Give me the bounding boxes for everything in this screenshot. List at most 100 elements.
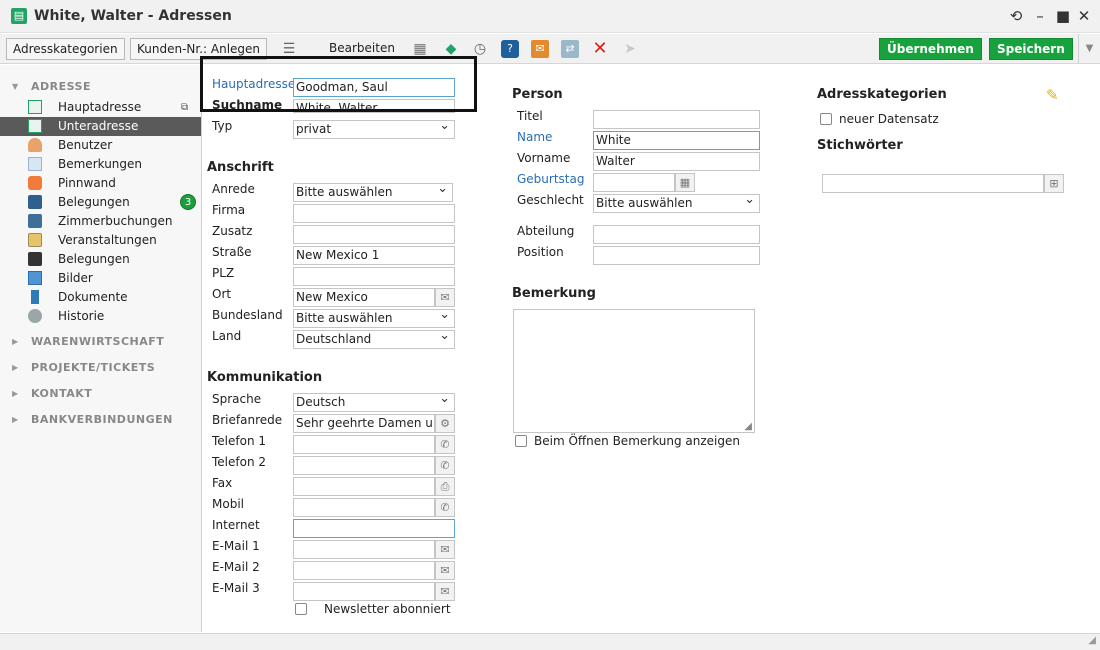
sidebar-item-veranstaltungen[interactable]: Veranstaltungen [0, 231, 201, 250]
phone-icon[interactable]: ✆ [435, 498, 455, 517]
birthday-label: Geburtstag [517, 172, 585, 186]
save-button[interactable]: Speichern [989, 38, 1073, 60]
zip-field[interactable] [293, 267, 455, 286]
count-badge: 3 [180, 194, 196, 210]
email3-field[interactable] [293, 582, 435, 601]
show-remark-checkbox[interactable] [515, 435, 527, 447]
email1-label: E-Mail 1 [212, 539, 260, 553]
type-label: Typ [212, 119, 233, 133]
company-field[interactable] [293, 204, 455, 223]
gender-select[interactable]: Bitte auswählen [593, 194, 760, 213]
position-label: Position [517, 245, 564, 259]
restore-icon[interactable]: ⟲ [1006, 6, 1026, 26]
new-record-checkbox[interactable] [820, 113, 832, 125]
sidebar-item-dokumente[interactable]: Dokumente [0, 288, 201, 307]
position-field[interactable] [593, 246, 760, 265]
delete-icon[interactable]: ✕ [591, 40, 609, 58]
name-field[interactable]: White [593, 131, 760, 150]
resize-grip-icon[interactable]: ◢ [1088, 635, 1096, 646]
sidebar-item-historie[interactable]: Historie [0, 307, 201, 326]
calendar-icon[interactable]: ▦ [675, 173, 695, 192]
sidebar-item-bemerkungen[interactable]: Bemerkungen [0, 155, 201, 174]
envelope-icon[interactable]: ✉ [435, 540, 455, 559]
sidebar-item-pinnwand[interactable]: Pinnwand [0, 174, 201, 193]
section-warenwirtschaft[interactable]: ▶ WARENWIRTSCHAFT [0, 332, 202, 352]
minimize-button[interactable]: – [1030, 6, 1050, 26]
chevron-right-icon: ▶ [12, 337, 19, 346]
letter-salutation-field[interactable]: Sehr geehrte Damen und [293, 414, 435, 433]
birthday-field[interactable] [593, 173, 675, 192]
pencil-icon[interactable]: ✎ [1046, 86, 1059, 104]
country-select[interactable]: Deutschland [293, 330, 455, 349]
phone-icon[interactable]: ✆ [435, 435, 455, 454]
envelope-icon[interactable]: ✉ [435, 561, 455, 580]
hierarchy-icon[interactable]: ⊞ [1044, 174, 1064, 193]
sidebar-item-hauptadresse[interactable]: Hauptadresse ⧉ [0, 98, 201, 117]
sidebar-item-belegungen-2[interactable]: Belegungen [0, 250, 201, 269]
user-icon [28, 138, 42, 152]
toolbar-overflow-icon[interactable]: ▼ [1078, 34, 1100, 64]
transfer-icon[interactable]: ⇄ [561, 40, 579, 58]
firstname-field[interactable]: Walter [593, 152, 760, 171]
type-select[interactable]: privat [293, 120, 455, 139]
addition-label: Zusatz [212, 224, 253, 238]
department-field[interactable] [593, 225, 760, 244]
addition-field[interactable] [293, 225, 455, 244]
gear-icon[interactable]: ⚙ [435, 414, 455, 433]
help-icon[interactable]: ? [501, 40, 519, 58]
toolbar: Adresskategorien Kunden-Nr.: Anlegen ☰ B… [0, 34, 1100, 64]
window-title: White, Walter - Adressen [34, 8, 232, 24]
resize-handle-icon[interactable]: ◢ [744, 421, 752, 432]
event-icon [28, 233, 42, 247]
email2-field[interactable] [293, 561, 435, 580]
maximize-button[interactable]: ■ [1053, 6, 1073, 26]
anschrift-heading: Anschrift [207, 160, 274, 175]
categories-button[interactable]: Adresskategorien [6, 38, 125, 60]
sidebar-item-unteradresse[interactable]: Unteradresse [0, 117, 201, 136]
sidebar-item-zimmerbuchungen[interactable]: Zimmerbuchungen [0, 212, 201, 231]
salutation-select[interactable]: Bitte auswählen [293, 183, 453, 202]
new-record-label: neuer Datensatz [839, 112, 939, 126]
mobile-field[interactable] [293, 498, 435, 517]
phone1-field[interactable] [293, 435, 435, 454]
internet-field[interactable] [293, 519, 455, 538]
title-field[interactable] [593, 110, 760, 129]
fax-icon[interactable]: ⎙ [435, 477, 455, 496]
document-icon [31, 290, 39, 304]
state-select[interactable]: Bitte auswählen [293, 309, 455, 328]
sidebar: ▼ ADRESSE Hauptadresse ⧉ Unteradresse Be… [0, 65, 202, 632]
app-icon: ▤ [11, 8, 27, 24]
section-bankverbindungen[interactable]: ▶ BANKVERBINDUNGEN [0, 410, 202, 430]
sidebar-item-belegungen[interactable]: Belegungen 3 [0, 193, 201, 212]
email1-field[interactable] [293, 540, 435, 559]
mail-icon[interactable]: ✉ [531, 40, 549, 58]
street-field[interactable]: New Mexico 1 [293, 246, 455, 265]
phone-icon[interactable]: ✆ [435, 456, 455, 475]
remark-textarea[interactable]: ◢ [513, 309, 755, 433]
close-window-button[interactable]: ✕ [1074, 6, 1094, 26]
edit-menu[interactable]: Bearbeiten [329, 41, 395, 55]
gender-label: Geschlecht [517, 193, 584, 207]
section-kontakt[interactable]: ▶ KONTAKT [0, 384, 202, 404]
comment-icon [28, 157, 42, 171]
language-select[interactable]: Deutsch [293, 393, 455, 412]
city-field[interactable]: New Mexico [293, 288, 435, 307]
sidebar-item-bilder[interactable]: Bilder [0, 269, 201, 288]
phone2-field[interactable] [293, 456, 435, 475]
envelope-icon[interactable]: ✉ [435, 582, 455, 601]
envelope-icon[interactable]: ✉ [435, 288, 455, 307]
fax-field[interactable] [293, 477, 435, 496]
section-projekte[interactable]: ▶ PROJEKTE/TICKETS [0, 358, 202, 378]
send-icon[interactable]: ➤ [621, 40, 639, 58]
grid-icon [28, 271, 42, 285]
newsletter-checkbox[interactable] [295, 603, 307, 615]
section-address[interactable]: ▼ ADRESSE [0, 77, 202, 97]
highlight-box [200, 56, 477, 112]
sidebar-item-benutzer[interactable]: Benutzer [0, 136, 201, 155]
popout-icon[interactable]: ⧉ [181, 98, 188, 117]
chevron-right-icon: ▶ [12, 363, 19, 372]
keywords-field[interactable] [822, 174, 1044, 193]
apply-button[interactable]: Übernehmen [879, 38, 982, 60]
address-card-icon [28, 119, 42, 133]
booking-icon [28, 252, 42, 266]
